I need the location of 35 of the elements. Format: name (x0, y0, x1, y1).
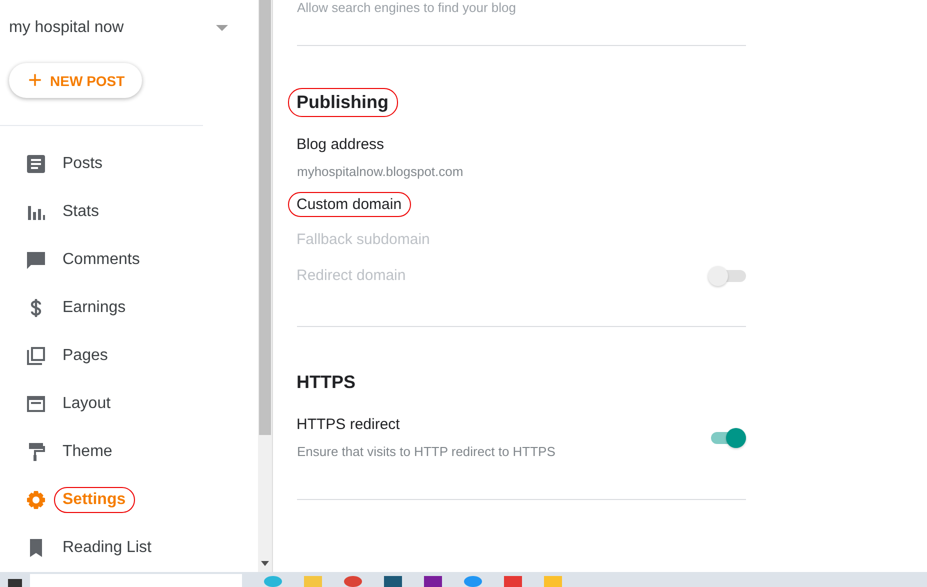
sidebar-item[interactable]: Posts (0, 140, 258, 188)
setting-label[interactable]: Blog address (288, 132, 394, 156)
round-app-icon[interactable] (464, 576, 482, 587)
setting-description: Allow search engines to find your blog (297, 0, 517, 15)
setting-label[interactable]: HTTPS redirect (288, 412, 409, 437)
square-app-icon[interactable] (504, 576, 522, 587)
setting-label: Fallback subdomain (296, 230, 431, 250)
taskbar-search-field[interactable] (30, 574, 242, 587)
setting-description: Ensure that visits to HTTP redirect to HTTPS (297, 444, 556, 459)
setting-label[interactable]: Custom domain (288, 192, 411, 216)
setting-description: myhospitalnow.blogspot.com (297, 164, 464, 178)
paint-roller-icon (26, 442, 46, 462)
dropdown-caret-icon[interactable] (216, 25, 228, 32)
layout-icon (26, 394, 46, 414)
blog-name: my hospital now (9, 19, 124, 38)
sidebar-item[interactable]: Stats (0, 188, 258, 236)
sidebar-item[interactable]: Comments (0, 236, 258, 284)
round-app-icon[interactable] (264, 576, 282, 587)
sidebar-item[interactable]: Earnings (0, 284, 258, 332)
square-app-icon[interactable] (424, 576, 442, 587)
sidebar-item[interactable]: Layout (0, 380, 258, 428)
section-title: HTTPS (296, 371, 357, 394)
pages-icon (26, 346, 46, 366)
sidebar-item[interactable]: Pages (0, 332, 258, 380)
sidebar-item[interactable]: Theme (0, 428, 258, 476)
document-icon (26, 154, 46, 174)
square-app-icon[interactable] (384, 576, 402, 587)
gear-icon (26, 490, 46, 510)
sidebar-item[interactable]: Reading List (0, 524, 258, 572)
setting-label: Redirect domain (296, 266, 407, 286)
speech-bubble-icon (26, 250, 46, 270)
section-title: Publishing (288, 88, 398, 116)
round-app-icon[interactable] (344, 576, 362, 587)
scroll-down-arrow-icon[interactable] (261, 561, 269, 566)
scrollbar[interactable] (258, 0, 273, 572)
